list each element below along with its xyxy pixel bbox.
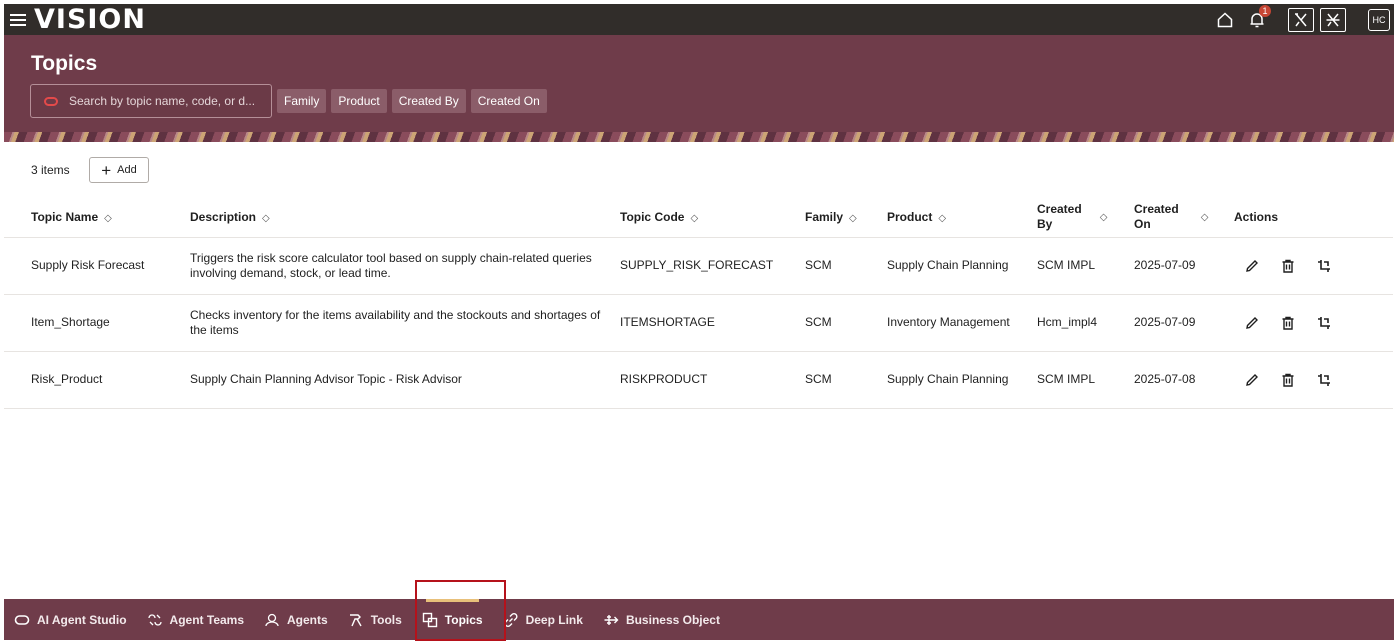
cell-created-on: 2025-07-09 bbox=[1134, 236, 1234, 294]
nav-ai-agent-studio[interactable]: AI Agent Studio bbox=[4, 599, 137, 640]
cell-family: SCM bbox=[805, 350, 887, 409]
filter-created-on[interactable]: Created On bbox=[470, 89, 547, 113]
link-icon bbox=[504, 612, 518, 627]
cell-description: Triggers the risk score calculator tool … bbox=[190, 236, 620, 294]
cell-topic-code: RISKPRODUCT bbox=[620, 350, 805, 409]
header-decorative-pattern bbox=[4, 132, 1394, 142]
cell-family: SCM bbox=[805, 236, 887, 294]
cell-family: SCM bbox=[805, 293, 887, 351]
cell-created-by: SCM IMPL bbox=[1037, 350, 1134, 409]
crop-icon[interactable] bbox=[1314, 313, 1334, 333]
sort-icon: ◇ bbox=[1200, 211, 1209, 223]
nav-agent-teams[interactable]: Agent Teams bbox=[137, 599, 254, 640]
cell-product: Supply Chain Planning bbox=[887, 236, 1037, 294]
menu-icon[interactable] bbox=[10, 13, 26, 26]
bottom-nav: AI Agent Studio Agent Teams Agents Tools… bbox=[4, 599, 1394, 640]
page-header: Topics Search by topic name, code, or d.… bbox=[4, 35, 1394, 142]
filter-created-by[interactable]: Created By bbox=[391, 89, 466, 113]
main-content: 3 items + Add Topic Name ◇ Description ◇ T… bbox=[4, 142, 1394, 599]
add-button-label: Add bbox=[117, 164, 137, 176]
sort-icon: ◇ bbox=[104, 212, 112, 224]
cell-description: Checks inventory for the items availabil… bbox=[190, 293, 620, 351]
cell-product: Supply Chain Planning bbox=[887, 350, 1037, 409]
column-header-family[interactable]: Family ◇ bbox=[805, 197, 887, 237]
delete-icon[interactable] bbox=[1278, 313, 1298, 333]
oracle-ring-icon bbox=[14, 614, 30, 625]
add-button[interactable]: + Add bbox=[89, 157, 149, 183]
cell-topic-code: ITEMSHORTAGE bbox=[620, 293, 805, 351]
search-placeholder: Search by topic name, code, or d... bbox=[69, 94, 256, 108]
cell-created-on: 2025-07-08 bbox=[1134, 350, 1234, 409]
column-header-product[interactable]: Product ◇ bbox=[887, 197, 1037, 237]
topics-icon bbox=[422, 612, 437, 627]
table-row[interactable]: Risk_Product Supply Chain Planning Advis… bbox=[4, 350, 1393, 409]
sort-icon: ◇ bbox=[849, 212, 857, 224]
sort-icon: ◇ bbox=[938, 212, 947, 224]
sort-icon: ◇ bbox=[690, 212, 699, 224]
cell-product: Inventory Management bbox=[887, 293, 1037, 351]
cell-actions bbox=[1234, 236, 1393, 294]
nav-topics[interactable]: Topics bbox=[412, 599, 493, 640]
cell-created-by: Hcm_impl4 bbox=[1037, 293, 1134, 351]
delete-icon[interactable] bbox=[1278, 256, 1298, 276]
cell-actions bbox=[1234, 350, 1393, 409]
cell-created-by: SCM IMPL bbox=[1037, 236, 1134, 294]
filter-family[interactable]: Family bbox=[277, 89, 327, 113]
nav-agents[interactable]: Agents bbox=[254, 599, 338, 640]
column-header-description[interactable]: Description ◇ bbox=[190, 197, 620, 237]
edit-icon[interactable] bbox=[1242, 313, 1262, 333]
cell-topic-name: Item_Shortage bbox=[4, 293, 190, 351]
crop-icon[interactable] bbox=[1314, 370, 1334, 390]
home-icon[interactable] bbox=[1212, 8, 1238, 32]
notification-badge: 1 bbox=[1259, 4, 1271, 17]
ai-tools-off-icon[interactable] bbox=[1320, 7, 1346, 32]
page-title: Topics bbox=[31, 52, 98, 75]
cell-topic-name: Risk_Product bbox=[4, 350, 190, 409]
delete-icon[interactable] bbox=[1278, 370, 1298, 390]
table-header-row: Topic Name ◇ Description ◇ Topic Code ◇ Fam… bbox=[4, 197, 1393, 237]
nav-tools[interactable]: Tools bbox=[338, 599, 412, 640]
filter-chips: Family Product Created By Created On bbox=[277, 89, 547, 113]
nav-business-object[interactable]: Business Object bbox=[593, 599, 730, 640]
notifications-icon[interactable]: 1 bbox=[1244, 4, 1271, 32]
edit-icon[interactable] bbox=[1242, 256, 1262, 276]
ai-tools-icon[interactable] bbox=[1288, 7, 1314, 32]
agent-teams-icon bbox=[147, 613, 162, 626]
column-header-created-on[interactable]: Created On ◇ bbox=[1134, 197, 1234, 237]
column-header-created-by[interactable]: Created By ◇ bbox=[1037, 197, 1134, 237]
avatar[interactable]: HC bbox=[1368, 8, 1390, 31]
top-bar-actions: 1 HC bbox=[1212, 4, 1394, 35]
top-bar: VISION 1 HC bbox=[4, 4, 1394, 35]
item-count: 3 items bbox=[31, 163, 70, 177]
cell-actions bbox=[1234, 293, 1393, 351]
brand-logo: VISION bbox=[34, 4, 146, 35]
sort-icon: ◇ bbox=[1099, 211, 1108, 223]
table-row[interactable]: Supply Risk Forecast Triggers the risk s… bbox=[4, 236, 1393, 294]
agents-icon bbox=[265, 613, 279, 626]
cell-topic-name: Supply Risk Forecast bbox=[4, 236, 190, 294]
sort-icon: ◇ bbox=[262, 212, 270, 224]
business-object-icon bbox=[604, 614, 619, 625]
search-input[interactable]: Search by topic name, code, or d... bbox=[30, 84, 272, 118]
topics-table: Topic Name ◇ Description ◇ Topic Code ◇ Fam… bbox=[4, 197, 1393, 409]
oracle-ring-icon bbox=[44, 96, 58, 106]
edit-icon[interactable] bbox=[1242, 370, 1262, 390]
cell-topic-code: SUPPLY_RISK_FORECAST bbox=[620, 236, 805, 294]
column-header-topic-name[interactable]: Topic Name ◇ bbox=[4, 197, 190, 237]
crop-icon[interactable] bbox=[1314, 256, 1334, 276]
table-row[interactable]: Item_Shortage Checks inventory for the i… bbox=[4, 293, 1393, 351]
plus-icon: + bbox=[101, 160, 112, 180]
cell-description: Supply Chain Planning Advisor Topic - Ri… bbox=[190, 350, 620, 409]
column-header-topic-code[interactable]: Topic Code ◇ bbox=[620, 197, 805, 237]
tools-icon bbox=[349, 613, 362, 626]
column-header-actions: Actions bbox=[1234, 209, 1279, 224]
cell-created-on: 2025-07-09 bbox=[1134, 293, 1234, 351]
nav-deep-link[interactable]: Deep Link bbox=[493, 599, 593, 640]
filter-product[interactable]: Product bbox=[331, 89, 387, 113]
